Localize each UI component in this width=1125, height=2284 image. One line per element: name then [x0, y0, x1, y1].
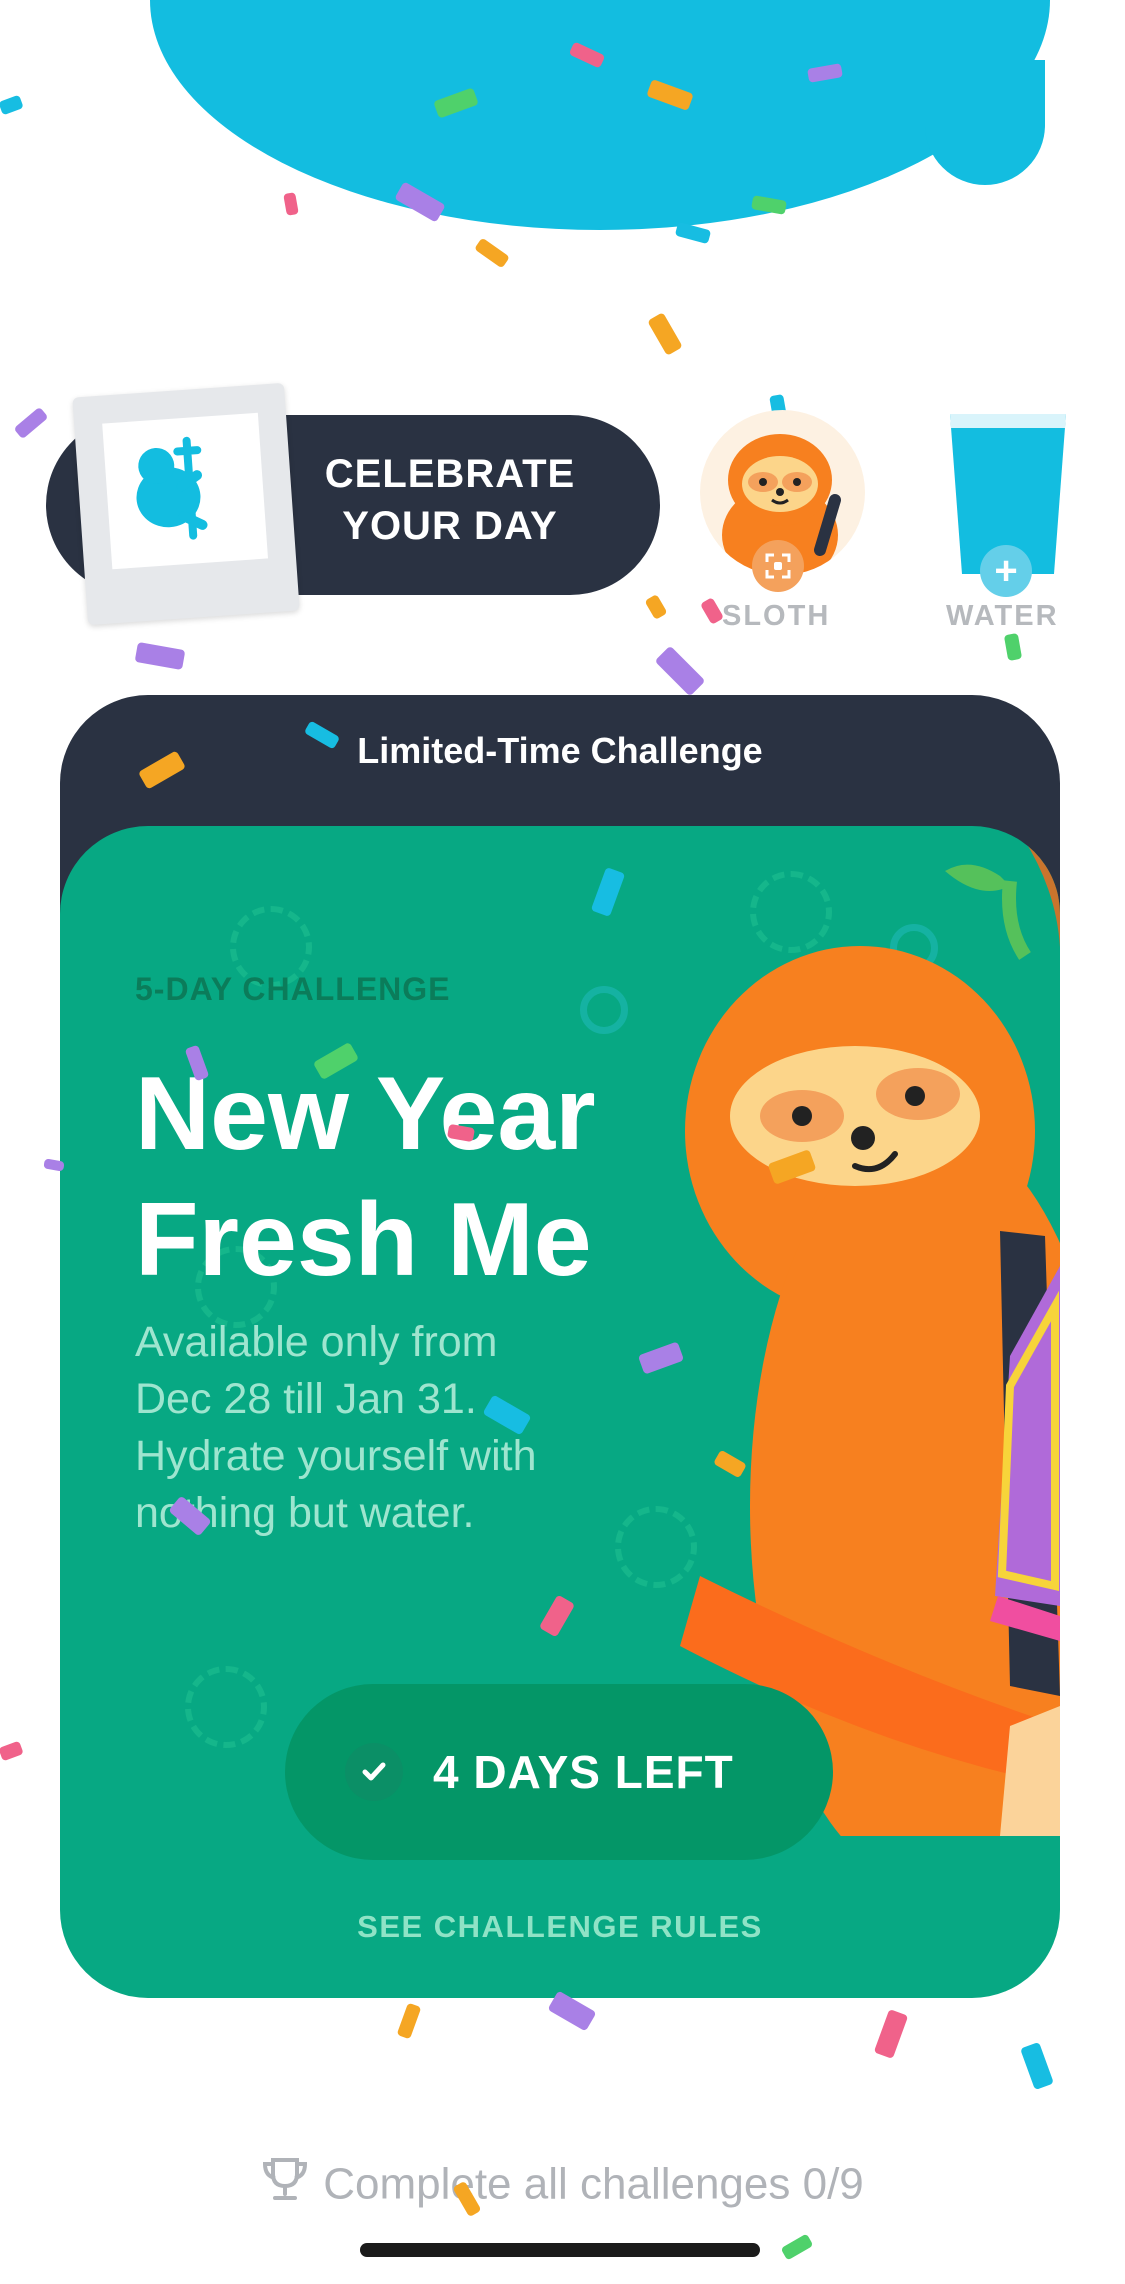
ring-decoration: [580, 986, 628, 1034]
trophy-icon: [261, 2156, 309, 2213]
confetti-piece: [699, 597, 725, 625]
confetti-piece: [590, 866, 626, 918]
see-challenge-rules-link[interactable]: SEE CHALLENGE RULES: [60, 1909, 1060, 1945]
confetti-piece: [474, 237, 510, 269]
confetti-piece: [873, 2008, 909, 2060]
confetti-piece: [538, 1594, 576, 1638]
confetti-piece: [637, 1341, 685, 1375]
footer-text: Complete all challenges 0/9: [323, 2159, 864, 2209]
challenge-eyebrow: 5-DAY CHALLENGE: [135, 971, 451, 1007]
confetti-piece: [1003, 632, 1023, 662]
confetti-piece: [134, 641, 186, 671]
sloth-silhouette-icon: [102, 412, 268, 570]
days-left-button[interactable]: 4 DAYS LEFT: [285, 1684, 833, 1860]
challenge-title: New Year Fresh Me: [135, 1056, 596, 1298]
sparkle-decoration: [185, 1666, 267, 1748]
confetti-piece: [1020, 2041, 1054, 2091]
confetti-piece: [644, 593, 668, 621]
confetti-piece: [654, 645, 706, 697]
celebrate-photo-frame: [72, 382, 300, 626]
confetti-piece: [43, 1158, 65, 1172]
confetti-piece: [0, 1740, 24, 1762]
confetti-piece: [283, 192, 299, 216]
home-indicator[interactable]: [360, 2243, 760, 2257]
water-label: WATER: [946, 600, 1059, 632]
scan-badge-icon: [752, 540, 804, 592]
checkmark-icon: [345, 1743, 403, 1801]
confetti-piece: [674, 221, 712, 245]
celebrate-label: CELEBRATE YOUR DAY: [324, 452, 576, 548]
days-left-label: 4 DAYS LEFT: [433, 1746, 734, 1798]
confetti-piece: [396, 2002, 422, 2040]
confetti-piece: [780, 2233, 814, 2261]
sloth-label: SLOTH: [722, 600, 831, 632]
challenge-header-title: Limited-Time Challenge: [357, 730, 763, 771]
decorative-blob-tail: [925, 60, 1045, 185]
confetti-piece: [13, 406, 49, 440]
confetti-piece: [0, 94, 24, 116]
challenge-card: 5-DAY CHALLENGE New Year Fresh Me Availa…: [60, 826, 1060, 1998]
complete-all-challenges[interactable]: Complete all challenges 0/9: [0, 2156, 1125, 2213]
confetti-piece: [647, 312, 683, 356]
add-water-badge[interactable]: +: [980, 545, 1032, 597]
